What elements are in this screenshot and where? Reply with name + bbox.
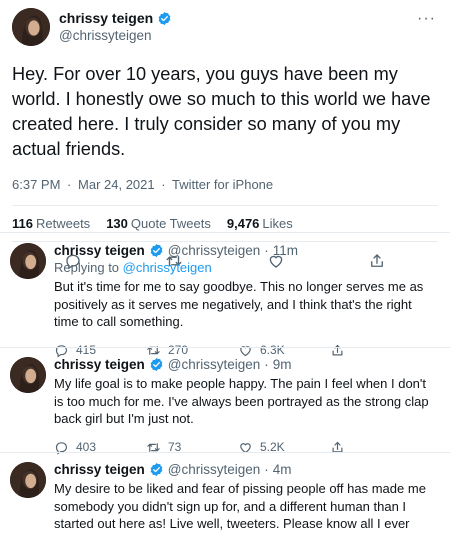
tweet-header: chrissy teigen @chrissyteigen — [12, 8, 438, 56]
tweet-time[interactable]: 4m — [273, 462, 292, 477]
tweet-stats: 116 Retweets 130 Quote Tweets 9,476 Likes — [12, 205, 438, 242]
meta-dot: · — [161, 177, 166, 192]
meta-dot: · — [264, 243, 269, 258]
avatar[interactable] — [10, 357, 46, 393]
reply-tweet: chrissy teigen @chrissyteigen · 9m My li… — [0, 357, 450, 455]
meta-dot: · — [67, 177, 72, 192]
author-name[interactable]: chrissy teigen — [54, 243, 145, 258]
like-count: 6.3K — [260, 343, 285, 357]
retweet-count: 270 — [168, 343, 189, 357]
author-name[interactable]: chrissy teigen — [54, 462, 145, 477]
reply-icon — [55, 344, 68, 358]
share-icon — [332, 344, 343, 355]
divider — [0, 347, 450, 348]
more-icon[interactable]: ··· — [417, 10, 436, 28]
author-handle[interactable]: @chrissyteigen — [168, 357, 261, 372]
divider — [0, 232, 450, 233]
author-name[interactable]: chrissy teigen — [59, 10, 153, 26]
tweet-time[interactable]: 11m — [273, 243, 298, 258]
tweet-meta: 6:37 PM · Mar 24, 2021 · Twitter for iPh… — [12, 177, 438, 192]
main-tweet: chrissy teigen @chrissyteigen ··· Hey. F… — [0, 0, 450, 270]
author-handle[interactable]: @chrissyteigen — [168, 243, 261, 258]
author-handle[interactable]: @chrissyteigen — [168, 462, 261, 477]
reply-button[interactable]: 415 — [54, 343, 146, 358]
reply-tweet: chrissy teigen @chrissyteigen · 11m Repl… — [0, 243, 450, 358]
tweet-time[interactable]: 6:37 PM — [12, 177, 60, 192]
meta-dot: · — [264, 462, 269, 477]
tweet-client[interactable]: Twitter for iPhone — [172, 177, 273, 192]
avatar[interactable] — [10, 243, 46, 279]
replying-to: Replying to @chrissyteigen — [54, 260, 212, 275]
likes-stat[interactable]: 9,476 Likes — [227, 216, 293, 231]
tweet-date[interactable]: Mar 24, 2021 — [78, 177, 155, 192]
retweet-button[interactable]: 270 — [146, 343, 238, 358]
tweet-time[interactable]: 9m — [273, 357, 292, 372]
verified-badge-icon — [158, 11, 171, 25]
verified-badge-icon — [150, 243, 163, 258]
retweets-stat[interactable]: 116 Retweets — [12, 216, 90, 231]
reply-tweet: chrissy teigen @chrissyteigen · 4m My de… — [0, 462, 450, 533]
verified-badge-icon — [150, 357, 163, 372]
author-handle[interactable]: @chrissyteigen — [59, 28, 172, 43]
avatar[interactable] — [10, 462, 46, 498]
replying-to-link[interactable]: @chrissyteigen — [123, 260, 212, 275]
tweet-text: My desire to be liked and fear of pissin… — [54, 481, 426, 531]
tweet-text: Hey. For over 10 years, you guys have be… — [12, 64, 431, 159]
meta-dot: · — [264, 357, 269, 372]
tweet-text: But it's time for me to say goodbye. Thi… — [54, 279, 424, 329]
quote-tweets-stat[interactable]: 130 Quote Tweets — [106, 216, 211, 231]
retweet-icon — [147, 345, 160, 355]
share-button[interactable] — [330, 343, 422, 358]
avatar[interactable] — [12, 8, 50, 46]
author-name[interactable]: chrissy teigen — [54, 357, 145, 372]
reply-count: 415 — [76, 343, 97, 357]
like-icon — [240, 345, 251, 356]
like-button[interactable]: 6.3K — [238, 343, 330, 358]
divider — [0, 452, 450, 453]
tweet-actions: 415 270 6.3K — [54, 343, 438, 358]
verified-badge-icon — [150, 462, 163, 477]
tweet-text: My life goal is to make people happy. Th… — [54, 376, 429, 426]
